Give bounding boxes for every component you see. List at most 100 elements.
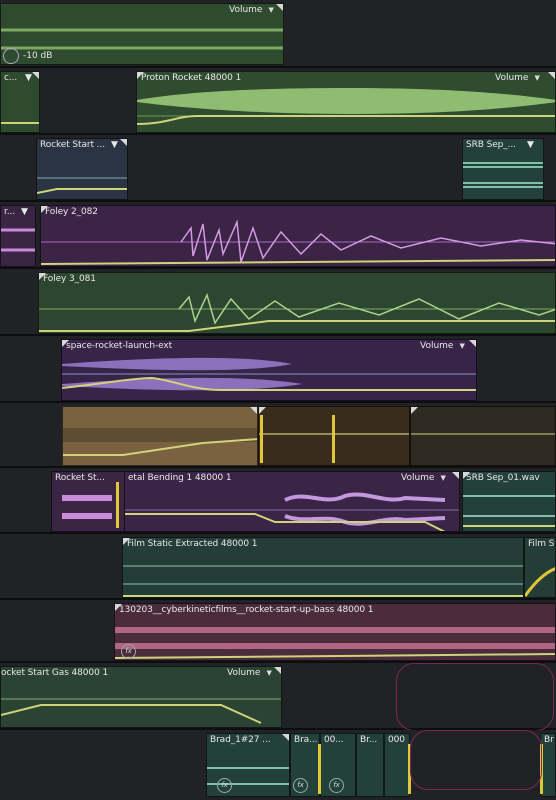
clip-name: c... <box>4 73 18 83</box>
fade-handle-icon[interactable] <box>411 407 418 414</box>
volume-envelope[interactable] <box>1 122 39 124</box>
audio-clip[interactable]: Br... <box>356 733 384 797</box>
fx-icon[interactable]: fx <box>121 644 136 659</box>
fade-handle-icon[interactable] <box>250 407 257 414</box>
caret-down-icon[interactable]: ▼ <box>21 207 28 217</box>
audio-clip[interactable]: ocket Start Gas 48000 1 Volume ▼ <box>0 666 282 728</box>
audio-clip[interactable]: 130203__cyberkineticfilms__rocket-start-… <box>114 603 556 661</box>
track-2: c... ▼ Proton Rocket 48000 1 Volume ▼ <box>0 68 556 135</box>
clip-name: Br... <box>360 735 378 745</box>
waveform <box>1 228 35 252</box>
crossfade-marker[interactable] <box>116 482 119 528</box>
track-7 <box>0 403 556 468</box>
clip-name: Foley 3_081 <box>43 274 96 284</box>
clip-name: SRB Sep_... <box>466 140 516 150</box>
clip-gain-readout: -10 dB <box>23 51 53 61</box>
track-3: Rocket Start ... ▼ SRB Sep_... ▼ <box>0 135 556 202</box>
audio-clip[interactable]: Proton Rocket 48000 1 Volume ▼ <box>136 71 556 133</box>
clip-name: Foley 2_082 <box>45 207 98 217</box>
caret-down-icon: ▼ <box>440 474 446 482</box>
volume-dropdown[interactable]: Volume ▼ <box>401 473 446 483</box>
clip-name: Proton Rocket 48000 1 <box>141 73 242 83</box>
caret-down-icon[interactable]: ▼ <box>527 140 534 150</box>
track-9: Film Static Extracted 48000 1 Film Sta <box>0 534 556 600</box>
track-6: space-rocket-launch-ext Volume ▼ <box>0 336 556 403</box>
audio-clip[interactable]: 000 <box>384 733 410 797</box>
fx-icon[interactable]: fx <box>293 778 308 793</box>
clip-name: space-rocket-launch-ext <box>66 341 173 351</box>
fade-handle-icon[interactable] <box>120 139 127 146</box>
waveform <box>125 492 459 531</box>
waveform <box>41 220 555 265</box>
clip-name: Bra... <box>294 735 318 745</box>
audio-clip[interactable]: space-rocket-launch-ext Volume ▼ <box>61 339 477 401</box>
audio-clip[interactable]: SRB Sep_01.wav <box>462 471 556 532</box>
fade-handle-icon[interactable] <box>274 667 281 674</box>
waveform <box>123 565 523 597</box>
fade-handle-icon[interactable] <box>259 407 266 414</box>
clip-name: ocket Start Gas 48000 1 <box>1 668 109 678</box>
volume-dropdown[interactable]: Volume ▼ <box>420 341 465 351</box>
volume-dropdown[interactable]: Volume ▼ <box>229 5 274 15</box>
clip-name: etal Bending 1 48000 1 <box>128 473 232 483</box>
waveform <box>463 495 555 527</box>
audio-clip[interactable]: c... ▼ <box>0 71 40 133</box>
track-12: Brad_1#27 ... fx Bra... fx 00... fx Br..… <box>0 730 556 800</box>
fade-handle-icon[interactable] <box>276 4 283 11</box>
waveform <box>137 88 555 125</box>
clip-name: 000 <box>388 735 405 745</box>
audio-clip[interactable]: Bra... fx <box>290 733 320 797</box>
audio-clip[interactable]: Foley 3_081 <box>38 272 556 334</box>
clip-name: Brad_1#27 ... <box>210 735 271 745</box>
clip-name: r... <box>4 207 16 217</box>
audio-clip[interactable]: Film Sta <box>524 537 556 598</box>
audio-clip[interactable]: Foley 2_082 <box>40 205 556 267</box>
fade-handle-icon[interactable] <box>282 734 289 741</box>
audio-clip[interactable]: Volume ▼ -10 dB <box>0 3 284 65</box>
audio-clip[interactable] <box>62 406 258 466</box>
clip-name: Rocket St... <box>55 473 105 483</box>
fade-handle-icon[interactable] <box>32 72 39 79</box>
clip-name: SRB Sep_01.wav <box>466 473 540 483</box>
waveform <box>62 357 476 391</box>
track-4: r... ▼ Foley 2_082 <box>0 202 556 269</box>
fx-icon[interactable]: fx <box>217 778 232 793</box>
waveform <box>39 292 555 332</box>
volume-dropdown[interactable]: Volume ▼ <box>495 73 540 83</box>
waveform <box>525 567 555 597</box>
caret-down-icon: ▼ <box>534 74 540 82</box>
audio-clip[interactable]: Film Static Extracted 48000 1 <box>122 537 524 598</box>
audio-clip[interactable]: Rocket Start ... ▼ <box>36 138 128 200</box>
audio-clip[interactable]: SRB Sep_... ▼ <box>462 138 544 200</box>
clip-name: 00... <box>324 735 344 745</box>
multitrack-timeline: Volume ▼ -10 dB c... ▼ Proton Rocket 4800… <box>0 0 556 800</box>
clip-name: Film Static Extracted 48000 1 <box>127 539 258 549</box>
audio-clip[interactable]: etal Bending 1 48000 1 Volume ▼ <box>124 471 460 532</box>
selection-outline <box>396 663 554 731</box>
clip-name: 130203__cyberkineticfilms__rocket-start-… <box>119 605 374 615</box>
crossfade-marker[interactable] <box>318 744 321 794</box>
caret-down-icon: ▼ <box>268 6 274 14</box>
crossfade-marker[interactable] <box>260 415 263 463</box>
waveform <box>1 698 281 724</box>
caret-down-icon[interactable]: ▼ <box>111 140 118 150</box>
volume-dropdown[interactable]: Volume ▼ <box>227 668 272 678</box>
track-5: Foley 3_081 <box>0 269 556 336</box>
fade-handle-icon[interactable] <box>469 340 476 347</box>
fx-icon[interactable]: fx <box>329 778 344 793</box>
selection-outline <box>410 730 542 790</box>
audio-clip[interactable]: Brad_1#27 ... fx <box>206 733 290 797</box>
clip-name: Br <box>544 735 554 745</box>
caret-down-icon: ▼ <box>266 669 272 677</box>
caret-down-icon[interactable]: ▼ <box>25 73 32 83</box>
audio-clip[interactable]: r... ▼ <box>0 205 36 267</box>
fade-handle-icon[interactable] <box>548 72 555 79</box>
waveform <box>63 428 257 456</box>
gain-knob-icon[interactable] <box>3 48 19 64</box>
waveform <box>115 627 555 659</box>
volume-envelope[interactable] <box>411 433 555 435</box>
crossfade-marker[interactable] <box>332 415 335 463</box>
audio-clip[interactable]: 00... fx <box>320 733 356 797</box>
fade-handle-icon[interactable] <box>452 472 459 479</box>
audio-clip[interactable] <box>410 406 556 466</box>
